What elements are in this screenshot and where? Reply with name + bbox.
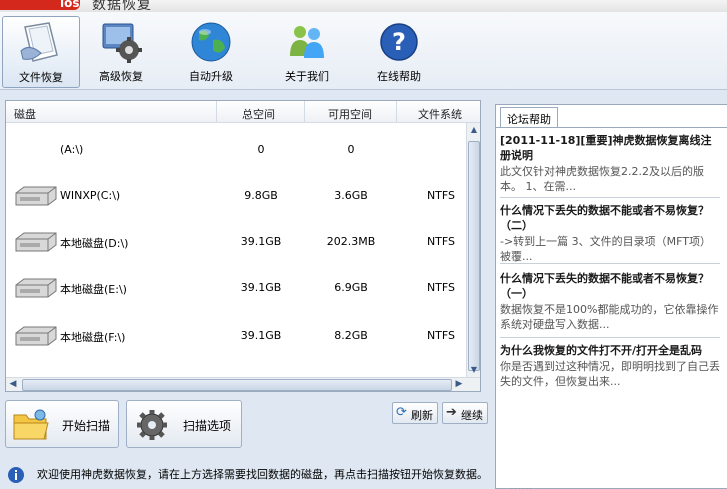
drive-fs: NTFS (426, 281, 456, 294)
document-restore-icon (20, 22, 58, 62)
col-total[interactable]: 总空间 (242, 106, 275, 122)
news-title[interactable]: 为什么我恢复的文件打不开/打开全是乱码 (500, 343, 722, 358)
toolbar-label: 关于我们 (285, 70, 329, 83)
horizontal-scrollbar[interactable]: ◀ ▶ (6, 377, 480, 391)
toolbar-file-recovery[interactable]: 文件恢复 (2, 16, 80, 88)
toolbar-about-us[interactable]: 关于我们 (268, 16, 346, 88)
start-scan-button[interactable]: 开始扫描 (5, 400, 119, 448)
news-title[interactable]: 什么情况下丢失的数据不能或者不易恢复？（二） (500, 203, 722, 233)
drive-total: 39.1GB (240, 235, 282, 248)
tab-divider (496, 127, 727, 128)
news-body: 数据恢复不是100%都能成功的，它依靠操作系统对硬盘写入数据... (500, 303, 719, 331)
scan-options-button[interactable]: 扫描选项 (126, 400, 242, 448)
col-separator (304, 101, 305, 123)
drive-total: 9.8GB (244, 189, 278, 202)
forum-more-text: …… (510, 480, 532, 489)
vertical-scroll-thumb[interactable] (468, 141, 480, 371)
forum-help-panel: 论坛帮助 [2011-11-18][重要]神虎数据恢复离线注册说明 此文仅针对神… (495, 104, 727, 489)
status-bar: 欢迎使用神虎数据恢复，请在上方选择需要找回数据的磁盘，再点击扫描按钮开始恢复数据… (5, 462, 489, 489)
drive-list-header: 磁盘 总空间 可用空间 文件系统 (6, 101, 480, 123)
news-body: ->转到上一篇 3、文件的目录项（MFT项）被覆... (500, 235, 712, 263)
start-scan-label: 开始扫描 (62, 419, 111, 433)
scan-options-label: 扫描选项 (183, 419, 232, 433)
continue-button[interactable]: ➔ 继续 (442, 402, 488, 424)
horizontal-scroll-thumb[interactable] (22, 379, 452, 391)
drive-list: 磁盘 总空间 可用空间 文件系统 (A:\) 0 0 WINXP(C:\) 9.… (5, 100, 481, 392)
drive-free: 3.6GB (334, 189, 368, 202)
drive-free: 8.2GB (334, 329, 368, 342)
status-message: 欢迎使用神虎数据恢复，请在上方选择需要找回数据的磁盘，再点击扫描按钮开始恢复数据… (37, 468, 488, 481)
refresh-label: 刷新 (411, 409, 433, 422)
col-disk[interactable]: 磁盘 (14, 106, 36, 122)
news-body: 你是否遇到过这种情况，即明明找到了自己丢失的文件，但恢复出来... (500, 360, 720, 388)
refresh-button[interactable]: ⟳ 刷新 (392, 402, 438, 424)
drive-name: 本地磁盘(D:\) (60, 237, 129, 250)
scroll-down-icon[interactable]: ▼ (467, 363, 481, 377)
drive-fs: NTFS (426, 235, 456, 248)
news-title[interactable]: 什么情况下丢失的数据不能或者不易恢复？（一） (500, 271, 722, 301)
news-divider (500, 337, 720, 338)
drive-row[interactable]: 本地磁盘(D:\) 39.1GB 202.3MB NTFS (6, 219, 480, 265)
news-body: 此文仅针对神虎数据恢复2.2.2及以后的版本。 1、在需... (500, 165, 704, 193)
hard-drive-icon (15, 186, 57, 206)
title-bar: ios 数据恢复 (0, 0, 727, 12)
toolbar-label: 在线帮助 (377, 70, 421, 83)
scroll-up-icon[interactable]: ▲ (467, 123, 481, 137)
news-divider (500, 263, 720, 264)
main-toolbar: 文件恢复 高级恢复 自动升级 关于我们 ? 在线帮助 (0, 12, 727, 90)
gear-monitor-icon (102, 23, 142, 63)
drive-name: WINXP(C:\) (60, 189, 121, 202)
folder-scan-icon (13, 409, 49, 440)
gear-icon (137, 410, 167, 440)
drive-fs: NTFS (426, 189, 456, 202)
drive-row[interactable]: (A:\) 0 0 (6, 127, 480, 173)
col-separator (216, 101, 217, 123)
vertical-scrollbar[interactable]: ▲ ▼ (466, 123, 480, 377)
drive-total: 0 (257, 143, 265, 156)
globe-icon (191, 22, 231, 62)
tab-forum-help[interactable]: 论坛帮助 (500, 107, 558, 127)
drive-row[interactable]: 本地磁盘(E:\) 39.1GB 6.9GB NTFS (6, 265, 480, 311)
hard-drive-icon (15, 278, 57, 298)
help-icon: ? (380, 23, 418, 61)
toolbar-label: 自动升级 (189, 70, 233, 83)
news-divider (500, 197, 720, 198)
drive-row[interactable]: WINXP(C:\) 9.8GB 3.6GB NTFS (6, 173, 480, 219)
news-item[interactable]: 什么情况下丢失的数据不能或者不易恢复？（二） ->转到上一篇 3、文件的目录项（… (500, 203, 722, 264)
col-free[interactable]: 可用空间 (328, 106, 372, 122)
drive-name: (A:\) (60, 143, 84, 156)
toolbar-advanced-recovery[interactable]: 高级恢复 (82, 16, 160, 88)
app-logo: ios (0, 0, 80, 10)
drive-name: 本地磁盘(E:\) (60, 283, 127, 296)
toolbar-auto-upgrade[interactable]: 自动升级 (172, 16, 250, 88)
news-item[interactable]: 为什么我恢复的文件打不开/打开全是乱码 你是否遇到过这种情况，即明明找到了自己丢… (500, 343, 722, 389)
news-title[interactable]: [2011-11-18][重要]神虎数据恢复离线注册说明 (500, 133, 722, 163)
svg-text:?: ? (392, 28, 406, 56)
scroll-right-icon[interactable]: ▶ (452, 378, 466, 391)
drive-total: 39.1GB (240, 281, 282, 294)
drive-name: 本地磁盘(F:\) (60, 331, 126, 344)
continue-label: 继续 (461, 409, 483, 422)
drive-total: 39.1GB (240, 329, 282, 342)
toolbar-label: 文件恢复 (19, 71, 63, 84)
news-item[interactable]: 什么情况下丢失的数据不能或者不易恢复？（一） 数据恢复不是100%都能成功的，它… (500, 271, 722, 332)
drive-row[interactable]: 本地磁盘(F:\) 39.1GB 8.2GB NTFS (6, 313, 480, 359)
info-icon (8, 467, 24, 483)
toolbar-label: 高级恢复 (99, 70, 143, 83)
hard-drive-icon (15, 232, 57, 252)
people-icon (290, 26, 324, 58)
drive-free: 0 (347, 143, 355, 156)
drive-free: 202.3MB (326, 235, 376, 248)
news-item[interactable]: [2011-11-18][重要]神虎数据恢复离线注册说明 此文仅针对神虎数据恢复… (500, 133, 722, 194)
toolbar-online-help[interactable]: ? 在线帮助 (360, 16, 438, 88)
window-title: 数据恢复 (92, 0, 152, 12)
scroll-left-icon[interactable]: ◀ (6, 378, 20, 391)
drive-fs: NTFS (426, 329, 456, 342)
arrow-right-icon: ➔ (446, 405, 457, 420)
refresh-icon: ⟳ (396, 405, 407, 420)
hard-drive-icon (15, 326, 57, 346)
col-fs[interactable]: 文件系统 (418, 106, 462, 122)
drive-free: 6.9GB (334, 281, 368, 294)
col-separator (396, 101, 397, 123)
